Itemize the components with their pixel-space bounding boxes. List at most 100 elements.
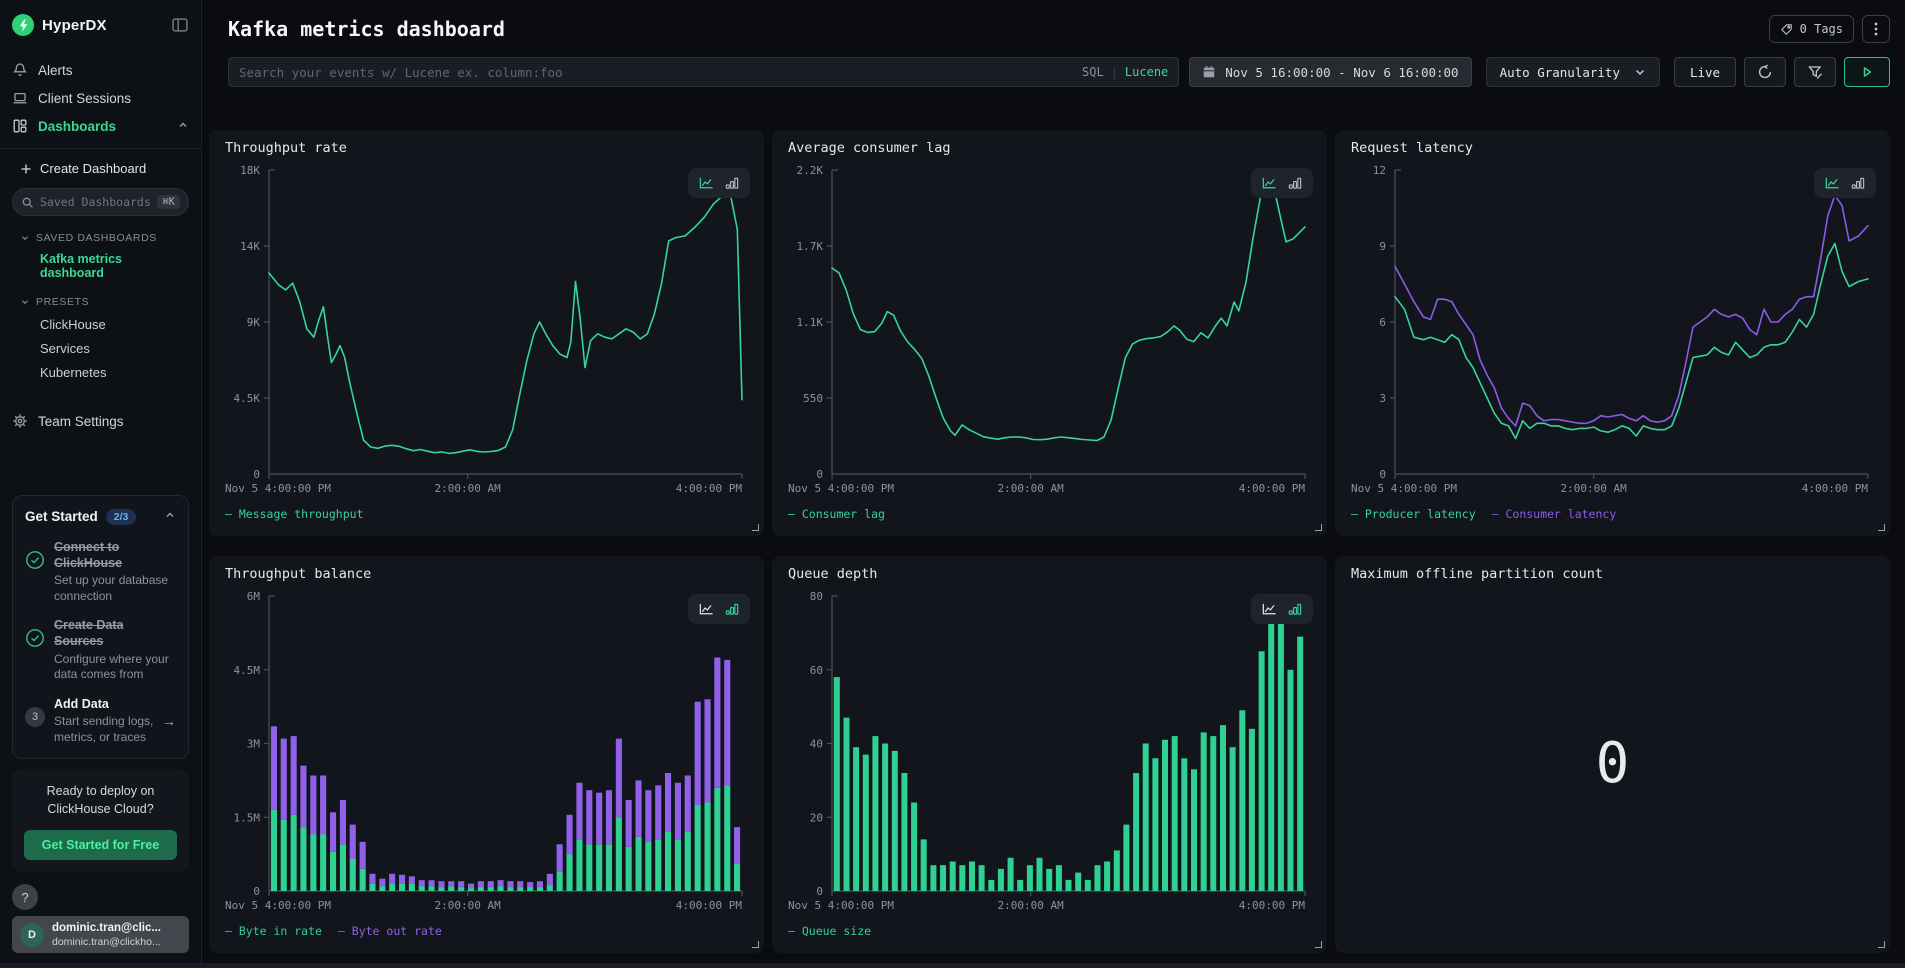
- sql-mode-toggle[interactable]: SQL: [1082, 65, 1104, 79]
- horizontal-scrollbar-track[interactable]: [0, 963, 1905, 968]
- bar-segment: [586, 790, 592, 844]
- tags-button[interactable]: 0 Tags: [1769, 15, 1854, 43]
- panel-resize-handle[interactable]: [1315, 941, 1322, 948]
- bar-chart-toggle-icon[interactable]: [724, 602, 740, 616]
- kebab-icon: [1874, 21, 1878, 37]
- user-menu[interactable]: D dominic.tran@clic... dominic.tran@clic…: [12, 916, 189, 953]
- sidebar-item-clickhouse[interactable]: ClickHouse: [40, 317, 189, 332]
- step-desc: Set up your database connection: [54, 573, 176, 604]
- chart-legend: — Queue size: [786, 917, 1313, 945]
- line-series: [832, 180, 1305, 440]
- chevron-up-icon[interactable]: [177, 119, 189, 134]
- step-title: Create Data Sources: [54, 618, 123, 648]
- bar-segment: [675, 783, 681, 840]
- legend-item[interactable]: — Consumer latency: [1492, 507, 1617, 521]
- sidebar-item-kafka-dashboard[interactable]: Kafka metrics dashboard: [40, 252, 189, 280]
- legend-item[interactable]: — Byte in rate: [225, 924, 322, 938]
- chart-canvas: 036912Nov 5 4:00:00 PM2:00:00 AM4:00:00 …: [1349, 160, 1876, 500]
- step-desc: Start sending logs, metrics, or traces: [54, 714, 162, 745]
- filter-edit-icon: [1807, 64, 1824, 81]
- get-started-step-connect[interactable]: Connect to ClickHouseSet up your databas…: [25, 540, 176, 604]
- bar-segment: [537, 887, 543, 891]
- granularity-select[interactable]: Auto Granularity: [1486, 57, 1660, 87]
- dashboard-grid: Throughput rate 04.5K9K14K18KNov 5 4:00:…: [209, 130, 1890, 953]
- line-chart-toggle-icon[interactable]: [698, 176, 714, 190]
- sidebar-item-dashboards[interactable]: Dashboards: [12, 112, 189, 140]
- bar-chart-toggle-icon[interactable]: [1850, 176, 1866, 190]
- time-range-value: Nov 5 16:00:00 - Nov 6 16:00:00: [1225, 65, 1458, 80]
- clickhouse-cloud-card: Ready to deploy on ClickHouse Cloud? Get…: [12, 769, 189, 873]
- bar-segment: [557, 871, 563, 891]
- line-chart-toggle-icon[interactable]: [698, 602, 714, 616]
- bar-chart-toggle-icon[interactable]: [724, 176, 740, 190]
- get-started-free-button[interactable]: Get Started for Free: [24, 830, 177, 860]
- x-axis-label: 2:00:00 AM: [435, 482, 502, 495]
- panel-resize-handle[interactable]: [1315, 524, 1322, 531]
- bar-segment: [734, 827, 740, 864]
- bar-segment: [507, 887, 513, 891]
- bar-segment: [1104, 862, 1110, 892]
- bar-segment: [557, 844, 563, 871]
- bar-segment: [1191, 769, 1197, 891]
- saved-dashboards-search-input[interactable]: Saved Dashboards ⌘K: [12, 188, 189, 216]
- live-button[interactable]: Live: [1674, 57, 1736, 87]
- bar-segment: [1152, 758, 1158, 891]
- bar-segment: [655, 785, 661, 839]
- bar-segment: [438, 887, 444, 891]
- legend-item[interactable]: — Producer latency: [1351, 507, 1476, 521]
- legend-item[interactable]: — Queue size: [788, 924, 871, 938]
- refresh-button[interactable]: [1744, 57, 1786, 87]
- legend-item[interactable]: — Byte out rate: [338, 924, 442, 938]
- get-started-step-sources[interactable]: Create Data SourcesConfigure where your …: [25, 618, 176, 682]
- panel-resize-handle[interactable]: [752, 941, 759, 948]
- sidebar-item-team-settings[interactable]: Team Settings: [12, 408, 189, 434]
- bar-segment: [1037, 858, 1043, 891]
- event-search-input[interactable]: [239, 65, 1082, 80]
- svg-text:0: 0: [253, 885, 260, 898]
- x-axis-label: Nov 5 4:00:00 PM: [225, 899, 331, 912]
- chevron-up-icon[interactable]: [164, 508, 176, 526]
- event-search-box[interactable]: SQL | Lucene: [228, 57, 1179, 87]
- saved-dashboards-section-header[interactable]: SAVED DASHBOARDS: [20, 232, 189, 244]
- bar-segment: [834, 677, 840, 891]
- create-dashboard-button[interactable]: Create Dashboard: [20, 161, 189, 176]
- svg-text:0: 0: [816, 468, 823, 481]
- line-chart-toggle-icon[interactable]: [1824, 176, 1840, 190]
- panel-resize-handle[interactable]: [1878, 524, 1885, 531]
- bar-segment: [714, 788, 720, 891]
- bar-chart-toggle-icon[interactable]: [1287, 176, 1303, 190]
- run-query-button[interactable]: [1844, 57, 1890, 87]
- svg-text:20: 20: [810, 811, 823, 824]
- bar-segment: [979, 865, 985, 891]
- sidebar-item-client-sessions[interactable]: Client Sessions: [12, 84, 189, 112]
- get-started-step-add-data[interactable]: 3 Add DataStart sending logs, metrics, o…: [25, 697, 176, 746]
- svg-text:1.5M: 1.5M: [234, 811, 261, 824]
- bar-segment: [340, 800, 346, 844]
- more-options-button[interactable]: [1862, 15, 1890, 43]
- presets-section-header[interactable]: PRESETS: [20, 296, 189, 308]
- svg-text:18K: 18K: [240, 164, 260, 177]
- sidebar-item-kubernetes[interactable]: Kubernetes: [40, 365, 189, 380]
- bar-segment: [419, 886, 425, 891]
- bar-segment: [969, 862, 975, 892]
- chevron-down-icon: [1634, 66, 1646, 78]
- bar-segment: [320, 835, 326, 892]
- filter-button[interactable]: [1794, 57, 1836, 87]
- panel-resize-handle[interactable]: [752, 524, 759, 531]
- line-chart-toggle-icon[interactable]: [1261, 176, 1277, 190]
- bar-chart-toggle-icon[interactable]: [1287, 602, 1303, 616]
- help-button[interactable]: ?: [12, 884, 38, 910]
- bar-segment: [498, 886, 504, 891]
- time-range-picker[interactable]: Nov 5 16:00:00 - Nov 6 16:00:00: [1189, 57, 1471, 87]
- chart-consumer-lag: 05501.1K1.7K2.2KNov 5 4:00:00 PM2:00:00 …: [786, 160, 1313, 528]
- panel-resize-handle[interactable]: [1878, 941, 1885, 948]
- check-circle-icon: [25, 628, 45, 648]
- bar-segment: [1201, 732, 1207, 891]
- line-chart-toggle-icon[interactable]: [1261, 602, 1277, 616]
- legend-item[interactable]: — Message throughput: [225, 507, 363, 521]
- sidebar-collapse-icon[interactable]: [171, 16, 189, 34]
- legend-item[interactable]: — Consumer lag: [788, 507, 885, 521]
- lucene-mode-toggle[interactable]: Lucene: [1125, 65, 1168, 79]
- sidebar-item-services[interactable]: Services: [40, 341, 189, 356]
- sidebar-item-alerts[interactable]: Alerts: [12, 56, 189, 84]
